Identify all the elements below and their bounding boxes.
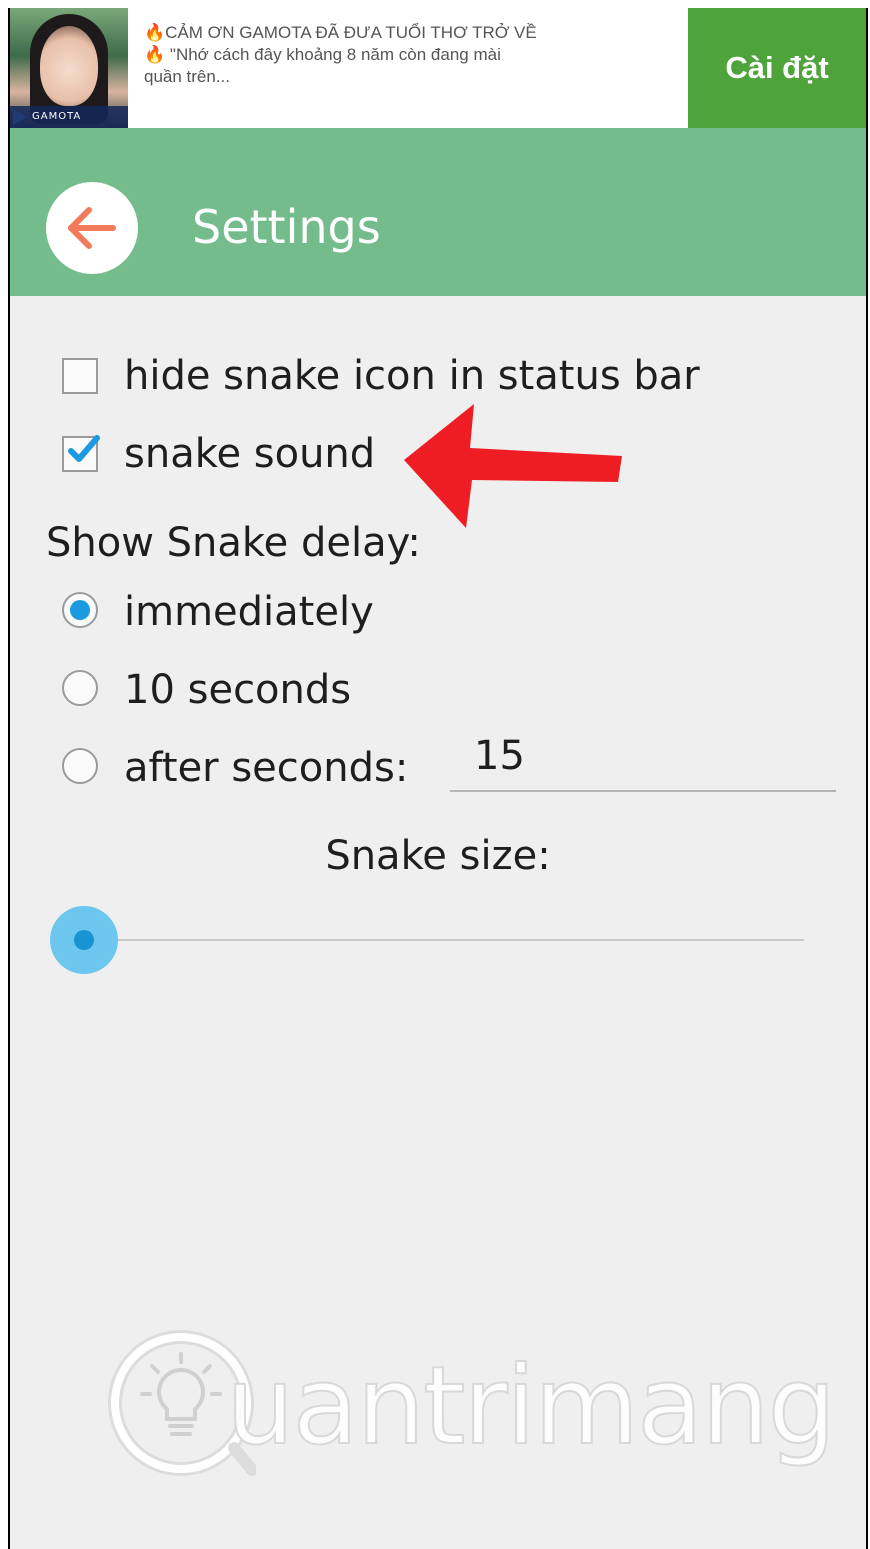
delay-option-10-seconds[interactable]: 10 seconds	[62, 660, 422, 720]
ad-line-3: quần trên...	[144, 67, 231, 86]
size-title: Snake size:	[325, 833, 551, 879]
checkmark-icon	[68, 435, 100, 462]
delay-label-immediately: immediately	[124, 589, 374, 635]
ad-brand: GAMOTA	[10, 106, 128, 128]
delay-radio-immediately[interactable]	[62, 592, 98, 628]
ad-banner[interactable]: GAMOTA 🔥CẢM ƠN GAMOTA ĐÃ ĐƯA TUỔI THƠ TR…	[10, 8, 866, 128]
delay-radio-10-seconds[interactable]	[62, 670, 98, 706]
install-button[interactable]: Cài đặt	[688, 8, 866, 128]
delay-radio-after-seconds[interactable]	[62, 748, 98, 784]
delay-label-after-seconds: after seconds:	[124, 745, 409, 791]
ad-thumbnail[interactable]: GAMOTA	[10, 8, 128, 128]
back-button[interactable]	[46, 182, 138, 274]
ad-line-1: CẢM ƠN GAMOTA ĐÃ ĐƯA TUỔI THƠ TRỞ VỀ	[165, 23, 537, 42]
sound-label: snake sound	[124, 431, 376, 477]
delay-label-10-seconds: 10 seconds	[124, 667, 352, 713]
hide-icon-label: hide snake icon in status bar	[124, 353, 700, 399]
fire-icon: 🔥	[144, 45, 166, 64]
hide-icon-option[interactable]: hide snake icon in status bar	[62, 346, 822, 406]
fire-icon: 🔥	[144, 23, 166, 42]
red-arrow-icon	[404, 404, 622, 528]
delay-title: Show Snake delay:	[46, 520, 421, 566]
watermark-text: uantrimang	[225, 1343, 837, 1470]
back-arrow-icon	[68, 207, 116, 249]
page-title: Settings	[192, 200, 381, 254]
delay-option-after-seconds[interactable]: after seconds:	[62, 738, 442, 798]
ad-text[interactable]: 🔥CẢM ƠN GAMOTA ĐÃ ĐƯA TUỔI THƠ TRỞ VỀ 🔥 …	[144, 22, 684, 88]
sound-checkbox[interactable]	[62, 435, 100, 472]
delay-option-immediately[interactable]: immediately	[62, 582, 422, 642]
slider-track[interactable]	[84, 939, 804, 941]
app-screen: GAMOTA 🔥CẢM ƠN GAMOTA ĐÃ ĐƯA TUỔI THƠ TR…	[8, 8, 868, 1549]
snake-size-slider[interactable]	[50, 906, 810, 976]
slider-thumb[interactable]	[50, 906, 118, 974]
watermark: uantrimang	[106, 1324, 837, 1484]
sound-option[interactable]: snake sound	[62, 424, 422, 484]
ad-line-2: "Nhớ cách đây khoảng 8 năm còn đang mài	[169, 45, 501, 64]
hide-icon-checkbox[interactable]	[62, 358, 98, 394]
after-seconds-input[interactable]: 15	[450, 726, 836, 792]
toolbar: Settings	[10, 128, 866, 296]
